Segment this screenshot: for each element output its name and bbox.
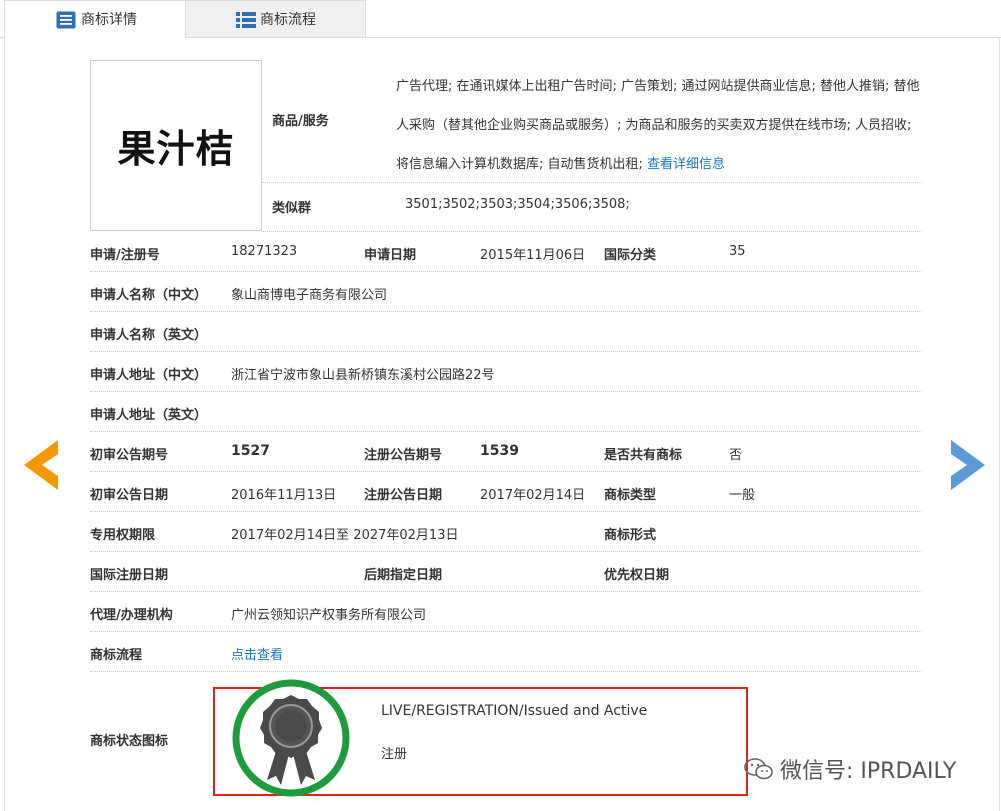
- next-arrow-icon[interactable]: [951, 440, 985, 490]
- process-link[interactable]: 点击查看: [231, 644, 283, 663]
- wechat-icon: [744, 758, 773, 780]
- tab-bar: 商标详情 商标流程: [0, 0, 1001, 38]
- reg-pub-no-value: 1539: [480, 443, 519, 459]
- tab-trademark-detail[interactable]: 商标详情: [4, 0, 186, 38]
- divider: [262, 182, 922, 183]
- prelim-no-label: 初审公告期号: [90, 448, 169, 463]
- status-cn: 注册: [381, 747, 408, 762]
- tm-form-label: 商标形式: [604, 528, 657, 543]
- divider: [90, 271, 922, 272]
- wechat-watermark: 微信号: IPRDAILY: [744, 753, 956, 785]
- exclusive-period-value: 2017年02月14日至 2027年02月13日: [231, 528, 459, 543]
- shared-value: 否: [729, 448, 743, 463]
- applicant-cn-value: 象山商博电子商务有限公司: [231, 288, 388, 303]
- tm-type-label: 商标类型: [604, 488, 657, 503]
- similar-group-value: 3501;3502;3503;3504;3506;3508;: [405, 197, 630, 212]
- prelim-date-label: 初审公告日期: [90, 488, 169, 503]
- reg-pub-date-value: 2017年02月14日: [480, 488, 586, 503]
- address-cn-value: 浙江省宁波市象山县新桥镇东溪村公园路22号: [231, 368, 495, 383]
- trademark-image: 果汁桔: [90, 60, 262, 231]
- address-cn-label: 申请人地址（中文）: [90, 368, 208, 383]
- prelim-date-value: 2016年11月13日: [231, 488, 337, 503]
- reg-pub-date-label: 注册公告日期: [364, 488, 443, 503]
- reg-no-label: 申请/注册号: [90, 248, 160, 263]
- watermark-text: 微信号: IPRDAILY: [780, 759, 957, 784]
- applicant-cn-label: 申请人名称（中文）: [90, 288, 208, 303]
- status-icon-label: 商标状态图标: [90, 734, 169, 749]
- award-badge-icon: [232, 679, 350, 797]
- divider: [262, 231, 922, 232]
- reg-no-value: 18271323: [231, 244, 298, 259]
- agent-value: 广州云领知识产权事务所有限公司: [231, 608, 427, 623]
- divider: [90, 671, 922, 672]
- shared-label: 是否共有商标: [604, 448, 683, 463]
- applicant-en-label: 申请人名称（英文）: [90, 328, 208, 343]
- list-icon: [236, 12, 256, 28]
- divider: [90, 351, 922, 352]
- divider: [90, 511, 922, 512]
- divider: [90, 391, 922, 392]
- divider: [90, 591, 922, 592]
- goods-services-value: 广告代理; 在通讯媒体上出租广告时间; 广告策划; 通过网站提供商业信息; 替他…: [396, 67, 922, 184]
- tab-label: 商标流程: [260, 12, 316, 28]
- tab-trademark-process[interactable]: 商标流程: [186, 0, 366, 38]
- app-date-value: 2015年11月06日: [480, 248, 586, 263]
- address-en-label: 申请人地址（英文）: [90, 408, 208, 423]
- intl-class-label: 国际分类: [604, 248, 657, 263]
- divider: [90, 631, 922, 632]
- priority-date-label: 优先权日期: [604, 568, 670, 583]
- trademark-logo-text: 果汁桔: [117, 126, 235, 171]
- app-date-label: 申请日期: [364, 248, 417, 263]
- reg-pub-no-label: 注册公告期号: [364, 448, 443, 463]
- prev-arrow-icon[interactable]: [24, 440, 58, 490]
- intl-reg-date-label: 国际注册日期: [90, 568, 169, 583]
- goods-services-label: 商品/服务: [272, 114, 329, 129]
- agent-label: 代理/办理机构: [90, 608, 173, 623]
- tm-type-value: 一般: [729, 488, 756, 503]
- view-details-link[interactable]: 查看详细信息: [647, 157, 725, 172]
- process-label: 商标流程: [90, 648, 143, 663]
- divider: [90, 551, 922, 552]
- divider: [90, 311, 922, 312]
- detail-icon: [56, 11, 76, 29]
- prelim-no-value: 1527: [231, 443, 270, 459]
- intl-class-value: 35: [729, 244, 746, 259]
- divider: [90, 471, 922, 472]
- status-en: LIVE/REGISTRATION/Issued and Active: [381, 703, 648, 719]
- later-date-label: 后期指定日期: [364, 568, 443, 583]
- tab-label: 商标详情: [81, 12, 137, 28]
- exclusive-period-label: 专用权期限: [90, 528, 156, 543]
- divider: [90, 431, 922, 432]
- similar-group-label: 类似群: [272, 201, 312, 216]
